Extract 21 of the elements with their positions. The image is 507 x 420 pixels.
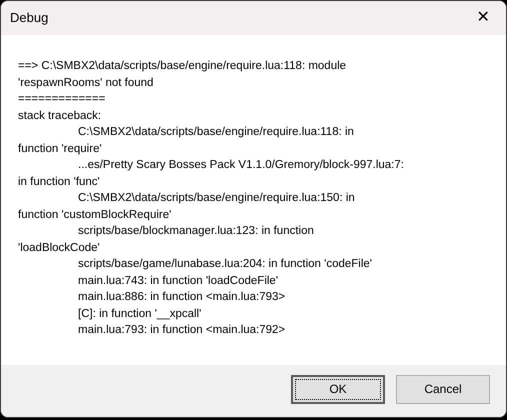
error-message-line: ==> C:\SMBX2\data/scripts/base/engine/require.lua:118: module (18, 59, 348, 74)
error-message-line: ...es/Pretty Scary Bosses Pack V1.1.0/Gremory/block-997.lua:7: (77, 158, 405, 173)
dialog-button[interactable]: Cancel (396, 374, 490, 404)
error-message-line: scripts/base/game/lunabase.lua:204: in function 'codeFile' (77, 257, 373, 272)
error-message-line: [C]: in function '__xpcall' (77, 306, 202, 322)
error-message-line: function 'require' (18, 142, 103, 156)
error-message-line: in function 'func' (18, 174, 101, 190)
error-message-line: scripts/base/blockmanager.lua:123: in function (77, 224, 315, 239)
close-button[interactable]: ✕ (460, 1, 506, 35)
error-message-line: main.lua:886: in function <main.lua:793> (77, 290, 286, 305)
error-message-line: function 'customBlockRequire' (18, 208, 172, 222)
error-message-line: main.lua:743: in function 'loadCodeFile' (77, 274, 280, 288)
error-message-line: 'respawnRooms' not found (18, 76, 154, 90)
error-message-line: main.lua:793: in function <main.lua:792> (77, 323, 286, 338)
error-message-line: 'loadBlockCode' (18, 240, 101, 256)
error-message-line: C:\SMBX2\data/scripts/base/engine/require.lua:118: in (77, 125, 355, 140)
error-message-line: C:\SMBX2\data/scripts/base/engine/require.lua:150: in (77, 191, 356, 206)
dialog-button[interactable]: OK (291, 374, 385, 404)
error-message-line: ============= (18, 92, 106, 107)
window-title: Debug (10, 9, 48, 28)
error-message-line: stack traceback: (18, 108, 102, 124)
